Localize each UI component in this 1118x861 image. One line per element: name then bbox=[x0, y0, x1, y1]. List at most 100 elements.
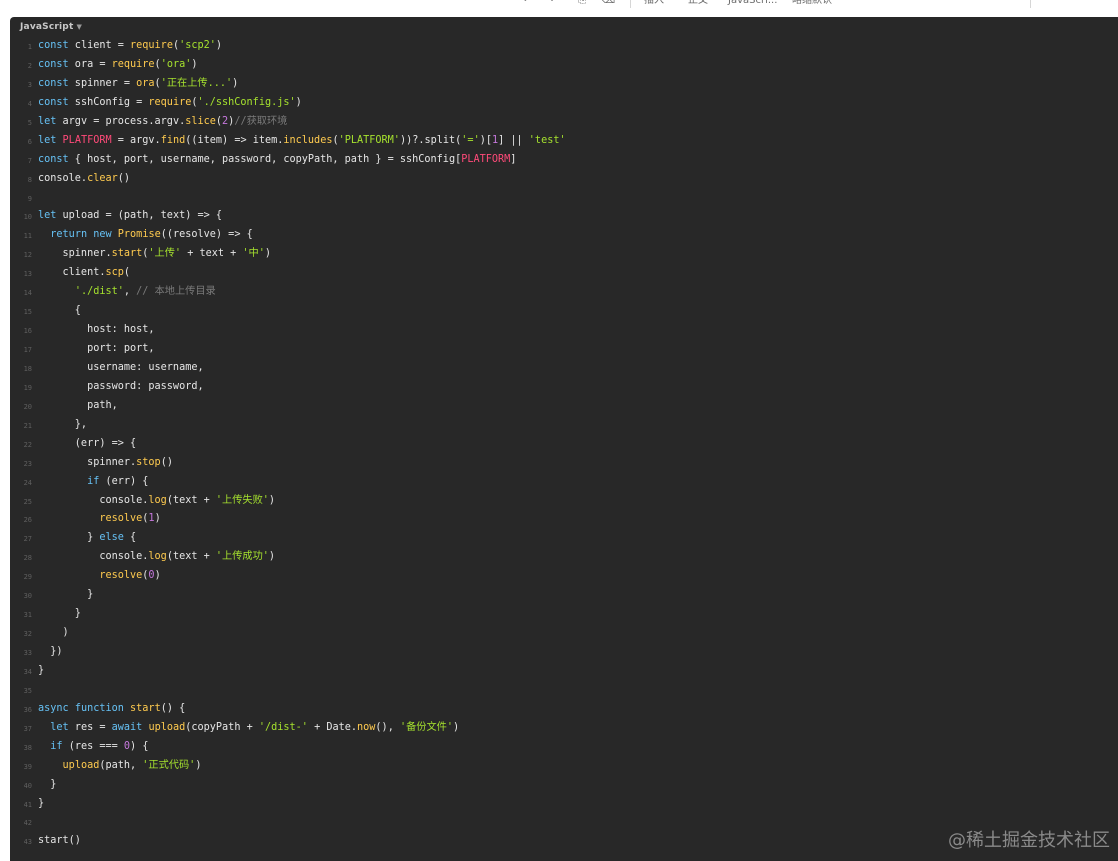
undo-icon[interactable]: ↶ bbox=[523, 0, 531, 8]
code-line: 10 let upload = (path, text) => { bbox=[10, 207, 566, 226]
line-number: 35 bbox=[23, 686, 32, 695]
redo-icon[interactable]: ↷ bbox=[546, 0, 554, 8]
line-number: 22 bbox=[23, 440, 32, 449]
line-number: 28 bbox=[23, 554, 32, 563]
code-text: } bbox=[38, 589, 94, 601]
code-line: 20 path, bbox=[10, 397, 566, 416]
line-number: 37 bbox=[23, 724, 32, 733]
line-number: 27 bbox=[23, 535, 32, 544]
code-line: 13 client.scp( bbox=[10, 264, 566, 283]
code-text: } bbox=[38, 608, 81, 620]
code-text: spinner.start('上传' + text + '中') bbox=[38, 248, 272, 260]
code-text: } bbox=[38, 664, 45, 676]
code-line: 19 password: password, bbox=[10, 378, 566, 397]
clear-format-icon[interactable]: ⌫ bbox=[601, 0, 615, 8]
line-number: 31 bbox=[23, 611, 32, 620]
code-line: 35 bbox=[10, 681, 566, 700]
line-number: 15 bbox=[23, 308, 32, 317]
code-text: './dist', // 本地上传目录 bbox=[74, 286, 216, 298]
insert-menu[interactable]: 插入 bbox=[644, 0, 664, 8]
code-text: }) bbox=[38, 646, 63, 657]
line-number: 2 bbox=[27, 61, 32, 70]
line-number: 10 bbox=[23, 213, 32, 222]
line-number: 16 bbox=[23, 327, 32, 336]
code-text: host: host, bbox=[38, 324, 155, 336]
code-text: let argv = process.argv.slice(2)//获取环境 bbox=[38, 115, 288, 127]
line-number: 43 bbox=[23, 838, 32, 847]
code-text: upload(path, '正式代码') bbox=[62, 759, 202, 771]
code-line: 5 let argv = process.argv.slice(2)//获取环境 bbox=[10, 113, 566, 132]
code-text: } bbox=[38, 778, 57, 790]
format-painter-icon[interactable]: ⎘ bbox=[578, 0, 586, 8]
code-line: 36 async function start() { bbox=[10, 700, 566, 719]
code-line: 28 console.log(text + '上传成功') bbox=[10, 548, 566, 567]
code-line: 17 port: port, bbox=[10, 340, 566, 359]
line-number: 1 bbox=[27, 43, 32, 51]
font-size-menu[interactable]: 略缩默认 bbox=[792, 0, 832, 8]
line-number: 8 bbox=[27, 175, 32, 184]
code-line: 27 } else { bbox=[10, 529, 566, 548]
code-lines[interactable]: 1 const client = require('scp2') 2 const or… bbox=[10, 37, 566, 851]
code-line: 38 if (res === 0) { bbox=[10, 738, 566, 757]
code-line: 6 let PLATFORM = argv.find((item) => item… bbox=[10, 132, 566, 151]
code-line: 39 upload(path, '正式代码') bbox=[10, 757, 566, 776]
code-text: start() bbox=[38, 835, 81, 847]
code-text: console.log(text + '上传失败') bbox=[38, 494, 276, 506]
chevron-down-icon: ▼ bbox=[76, 23, 83, 31]
font-menu[interactable]: JavaScri... bbox=[728, 0, 777, 8]
line-number: 3 bbox=[27, 80, 32, 89]
code-line: 21 }, bbox=[10, 416, 566, 435]
code-block[interactable]: JavaScript ▼ 1 const client = require('scp… bbox=[10, 17, 1118, 861]
code-text: } else { bbox=[38, 532, 137, 544]
code-line: 42 bbox=[10, 813, 566, 832]
code-text: port: port, bbox=[38, 343, 155, 354]
code-text: const client = require('scp2') bbox=[38, 40, 223, 51]
code-text: path, bbox=[38, 399, 118, 411]
text-style-menu[interactable]: 正文 bbox=[688, 0, 708, 8]
code-line: 41} bbox=[10, 795, 566, 814]
code-text: let res = await upload(copyPath + '/dist… bbox=[50, 721, 460, 733]
line-number: 26 bbox=[23, 516, 32, 525]
line-number: 30 bbox=[23, 592, 32, 601]
code-line: 8 console.clear() bbox=[10, 170, 566, 189]
code-line: 14 './dist', // 本地上传目录 bbox=[10, 283, 566, 302]
line-number: 36 bbox=[23, 705, 32, 714]
line-number: 6 bbox=[27, 137, 32, 146]
code-text: spinner.stop() bbox=[38, 456, 173, 468]
code-line: 1 const client = require('scp2') bbox=[10, 37, 566, 56]
code-line: 31 } bbox=[10, 605, 566, 624]
code-line: 15 { bbox=[10, 302, 566, 321]
line-number: 5 bbox=[27, 118, 32, 127]
code-text: let PLATFORM = argv.find((item) => item.… bbox=[38, 134, 566, 146]
code-line: 37 let res = await upload(copyPath + '/d… bbox=[10, 719, 566, 738]
line-number: 17 bbox=[23, 346, 32, 354]
line-number: 41 bbox=[23, 800, 32, 809]
code-line: 4 const sshConfig = require('./sshConfig.… bbox=[10, 94, 566, 113]
line-number: 25 bbox=[23, 497, 32, 506]
code-line: 16 host: host, bbox=[10, 321, 566, 340]
line-number: 21 bbox=[23, 421, 32, 430]
code-line: 33 }) bbox=[10, 643, 566, 662]
code-text: if (res === 0) { bbox=[50, 740, 149, 752]
code-text: password: password, bbox=[38, 380, 204, 392]
code-line: 22 (err) => { bbox=[10, 435, 566, 454]
code-line: 34} bbox=[10, 662, 566, 681]
language-label: JavaScript bbox=[20, 22, 74, 32]
code-line: 2 const ora = require('ora') bbox=[10, 56, 566, 75]
language-selector[interactable]: JavaScript ▼ bbox=[20, 22, 82, 32]
code-text: username: username, bbox=[38, 361, 204, 373]
watermark: @稀土掘金技术社区 bbox=[948, 830, 1110, 851]
code-line: 25 console.log(text + '上传失败') bbox=[10, 492, 566, 511]
line-number: 38 bbox=[23, 743, 32, 752]
line-number: 32 bbox=[23, 630, 32, 639]
code-line: 30 } bbox=[10, 586, 566, 605]
code-line: 29 resolve(0) bbox=[10, 567, 566, 586]
code-text: client.scp( bbox=[38, 267, 131, 279]
code-line: 23 spinner.stop() bbox=[10, 454, 566, 473]
code-line: 12 spinner.start('上传' + text + '中') bbox=[10, 245, 566, 264]
code-line: 40 } bbox=[10, 776, 566, 795]
code-line: 3 const spinner = ora('正在上传...') bbox=[10, 75, 566, 94]
code-text: async function start() { bbox=[38, 702, 186, 714]
line-number: 40 bbox=[23, 781, 32, 790]
code-text: resolve(0) bbox=[99, 570, 161, 582]
